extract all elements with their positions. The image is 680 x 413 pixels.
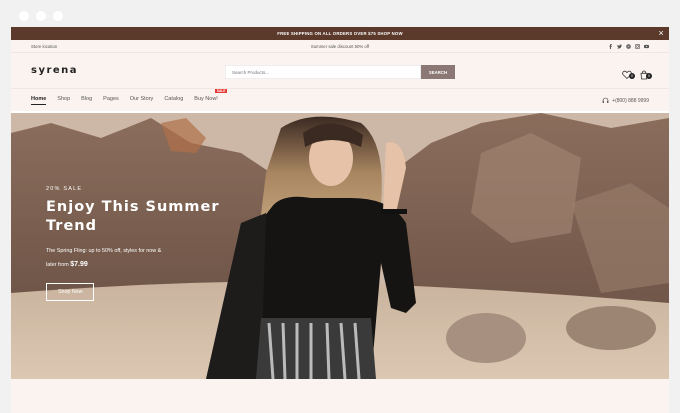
search-button[interactable]: SEARCH [421,65,455,79]
page-frame: FREE SHIPPING ON ALL ORDERS OVER $75 SHO… [11,27,669,413]
nav-item-pages[interactable]: Pages [103,96,119,105]
instagram-icon[interactable] [635,43,640,49]
nav-item-blog[interactable]: Blog [81,96,92,105]
below-hero-section [11,379,669,413]
hero-kicker: 20% SALE [46,186,83,192]
cart-count-badge: 0 [646,73,652,79]
wishlist-button[interactable]: 0 [622,67,635,80]
nav-items: Home Shop Blog Pages Our Story Catalog B… [31,88,227,105]
wishlist-count-badge: 0 [629,73,635,79]
nav-item-catalog[interactable]: Catalog [164,96,183,105]
window-dot-3[interactable] [53,11,63,21]
headset-icon [602,97,609,103]
window-dot-1[interactable] [19,11,29,21]
announcement-text[interactable]: FREE SHIPPING ON ALL ORDERS OVER $75 SHO… [277,31,402,36]
main-nav: Home Shop Blog Pages Our Story Catalog B… [11,88,669,111]
nav-item-buy-now[interactable]: Buy Now! SALE [194,88,227,105]
hero-banner: 20% SALE Enjoy This Summer Trend The Spr… [11,113,669,379]
phone-number: +(800) 888 9999 [612,97,649,104]
store-location-link[interactable]: Store location [31,44,57,49]
promo-text: Summer sale discount 50% off [310,43,370,49]
phone-contact[interactable]: +(800) 888 9999 [602,97,649,104]
nav-item-buy-now-label: Buy Now! [194,95,218,102]
hero-headline: Enjoy This Summer Trend [46,199,220,234]
twitter-icon[interactable] [617,44,622,49]
nav-item-shop[interactable]: Shop [57,96,70,105]
brand-logo[interactable]: syrena [31,65,78,76]
search-input[interactable] [225,65,421,79]
social-links [608,43,649,49]
site-header: syrena SEARCH 0 0 [11,53,669,88]
pinterest-icon[interactable] [626,43,631,49]
nav-item-our-story[interactable]: Our Story [130,96,154,105]
search-bar: SEARCH [225,65,455,79]
hero-content: 20% SALE Enjoy This Summer Trend The Spr… [46,186,221,301]
hero-desc-line2: later from [46,262,69,268]
nav-item-home[interactable]: Home [31,96,47,105]
shop-now-button[interactable]: Shop Now [46,283,95,301]
window-dot-2[interactable] [36,11,46,21]
youtube-icon[interactable] [644,44,649,49]
hero-desc-line1: The Spring Fling: up to 50% off, styles … [46,248,162,254]
top-bar: Store location Summer sale discount 50% … [11,40,669,53]
close-icon[interactable]: × [659,28,664,38]
hero-price: $7.99 [70,261,88,268]
facebook-icon[interactable] [608,43,613,49]
hero-description: The Spring Fling: up to 50% off, styles … [46,244,196,272]
window-controls [19,11,63,21]
cart-button[interactable]: 0 [639,67,652,80]
header-icons: 0 0 [622,67,652,80]
announcement-bar: FREE SHIPPING ON ALL ORDERS OVER $75 SHO… [11,27,669,40]
sale-badge: SALE [215,88,227,93]
